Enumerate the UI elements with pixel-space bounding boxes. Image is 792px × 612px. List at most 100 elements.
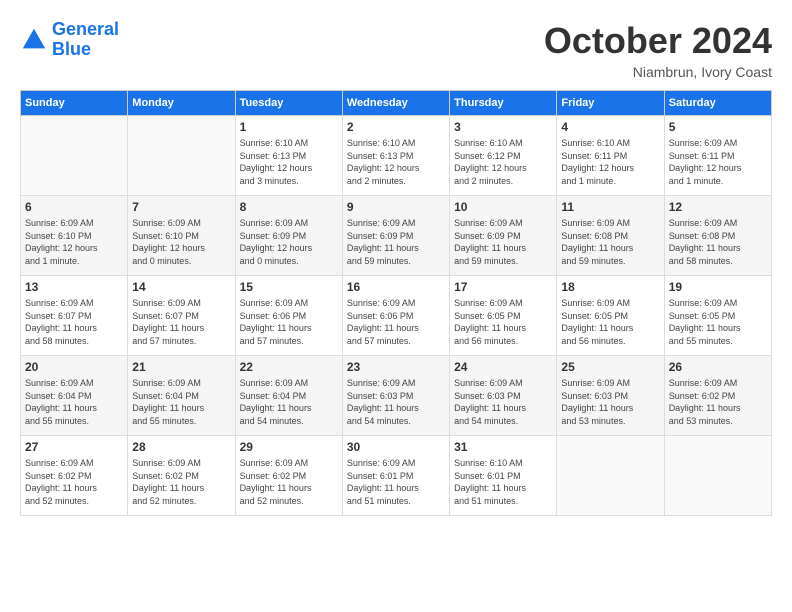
day-number: 17 (454, 280, 552, 294)
calendar-week-row: 13 Sunrise: 6:09 AM Sunset: 6:07 PM Dayli… (21, 276, 772, 356)
day-number: 28 (132, 440, 230, 454)
calendar-cell: 31Sunrise: 6:10 AM Sunset: 6:01 PM Dayli… (450, 436, 557, 516)
calendar-week-row: 6 Sunrise: 6:09 AM Sunset: 6:10 PM Daylig… (21, 196, 772, 276)
day-number: 20 (25, 360, 123, 374)
calendar-week-row: 20 Sunrise: 6:09 AM Sunset: 6:04 PM Dayli… (21, 356, 772, 436)
day-info: Sunrise: 6:09 AM Sunset: 6:10 PM Dayligh… (132, 217, 230, 267)
day-number: 1 (240, 120, 338, 134)
day-number: 5 (669, 120, 767, 134)
calendar-cell: 3 Sunrise: 6:10 AM Sunset: 6:12 PM Daylig… (450, 116, 557, 196)
day-number: 26 (669, 360, 767, 374)
calendar-cell (664, 436, 771, 516)
calendar-cell: 24Sunrise: 6:09 AM Sunset: 6:03 PM Dayli… (450, 356, 557, 436)
day-number: 23 (347, 360, 445, 374)
calendar-cell: 2 Sunrise: 6:10 AM Sunset: 6:13 PM Daylig… (342, 116, 449, 196)
logo-icon (20, 26, 48, 54)
col-wednesday: Wednesday (342, 91, 449, 116)
col-thursday: Thursday (450, 91, 557, 116)
day-number: 22 (240, 360, 338, 374)
day-number: 9 (347, 200, 445, 214)
day-number: 31 (454, 440, 552, 454)
day-info: Sunrise: 6:09 AM Sunset: 6:04 PM Dayligh… (240, 377, 338, 427)
title-block: October 2024 Niambrun, Ivory Coast (544, 20, 772, 80)
day-number: 25 (561, 360, 659, 374)
calendar-cell: 28Sunrise: 6:09 AM Sunset: 6:02 PM Dayli… (128, 436, 235, 516)
day-info: Sunrise: 6:10 AM Sunset: 6:13 PM Dayligh… (240, 137, 338, 187)
day-number: 2 (347, 120, 445, 134)
day-info: Sunrise: 6:09 AM Sunset: 6:05 PM Dayligh… (669, 297, 767, 347)
calendar-cell: 30Sunrise: 6:09 AM Sunset: 6:01 PM Dayli… (342, 436, 449, 516)
day-number: 16 (347, 280, 445, 294)
calendar-cell: 8 Sunrise: 6:09 AM Sunset: 6:09 PM Daylig… (235, 196, 342, 276)
day-info: Sunrise: 6:09 AM Sunset: 6:09 PM Dayligh… (454, 217, 552, 267)
day-info: Sunrise: 6:10 AM Sunset: 6:11 PM Dayligh… (561, 137, 659, 187)
calendar-table: Sunday Monday Tuesday Wednesday Thursday… (20, 90, 772, 516)
day-info: Sunrise: 6:09 AM Sunset: 6:02 PM Dayligh… (240, 457, 338, 507)
day-number: 14 (132, 280, 230, 294)
calendar-cell (128, 116, 235, 196)
day-number: 8 (240, 200, 338, 214)
day-number: 19 (669, 280, 767, 294)
calendar-cell: 7 Sunrise: 6:09 AM Sunset: 6:10 PM Daylig… (128, 196, 235, 276)
calendar-cell (21, 116, 128, 196)
day-info: Sunrise: 6:09 AM Sunset: 6:05 PM Dayligh… (561, 297, 659, 347)
day-number: 30 (347, 440, 445, 454)
calendar-cell: 21 Sunrise: 6:09 AM Sunset: 6:04 PM Dayli… (128, 356, 235, 436)
calendar-week-row: 27Sunrise: 6:09 AM Sunset: 6:02 PM Dayli… (21, 436, 772, 516)
day-number: 3 (454, 120, 552, 134)
location-subtitle: Niambrun, Ivory Coast (544, 64, 772, 80)
calendar-cell: 22 Sunrise: 6:09 AM Sunset: 6:04 PM Dayli… (235, 356, 342, 436)
calendar-cell: 4 Sunrise: 6:10 AM Sunset: 6:11 PM Daylig… (557, 116, 664, 196)
day-info: Sunrise: 6:09 AM Sunset: 6:03 PM Dayligh… (561, 377, 659, 427)
day-info: Sunrise: 6:09 AM Sunset: 6:08 PM Dayligh… (561, 217, 659, 267)
calendar-cell: 5 Sunrise: 6:09 AM Sunset: 6:11 PM Daylig… (664, 116, 771, 196)
day-info: Sunrise: 6:09 AM Sunset: 6:09 PM Dayligh… (347, 217, 445, 267)
day-info: Sunrise: 6:09 AM Sunset: 6:11 PM Dayligh… (669, 137, 767, 187)
day-info: Sunrise: 6:09 AM Sunset: 6:09 PM Dayligh… (240, 217, 338, 267)
day-info: Sunrise: 6:09 AM Sunset: 6:02 PM Dayligh… (25, 457, 123, 507)
calendar-cell: 27Sunrise: 6:09 AM Sunset: 6:02 PM Dayli… (21, 436, 128, 516)
col-friday: Friday (557, 91, 664, 116)
day-info: Sunrise: 6:09 AM Sunset: 6:08 PM Dayligh… (669, 217, 767, 267)
day-number: 21 (132, 360, 230, 374)
day-info: Sunrise: 6:09 AM Sunset: 6:04 PM Dayligh… (25, 377, 123, 427)
col-tuesday: Tuesday (235, 91, 342, 116)
day-info: Sunrise: 6:09 AM Sunset: 6:06 PM Dayligh… (347, 297, 445, 347)
day-info: Sunrise: 6:09 AM Sunset: 6:07 PM Dayligh… (132, 297, 230, 347)
day-info: Sunrise: 6:09 AM Sunset: 6:07 PM Dayligh… (25, 297, 123, 347)
day-number: 6 (25, 200, 123, 214)
day-info: Sunrise: 6:10 AM Sunset: 6:13 PM Dayligh… (347, 137, 445, 187)
day-info: Sunrise: 6:09 AM Sunset: 6:03 PM Dayligh… (347, 377, 445, 427)
day-number: 13 (25, 280, 123, 294)
day-number: 7 (132, 200, 230, 214)
day-number: 15 (240, 280, 338, 294)
calendar-cell: 18Sunrise: 6:09 AM Sunset: 6:05 PM Dayli… (557, 276, 664, 356)
calendar-header-row: Sunday Monday Tuesday Wednesday Thursday… (21, 91, 772, 116)
day-info: Sunrise: 6:09 AM Sunset: 6:04 PM Dayligh… (132, 377, 230, 427)
day-info: Sunrise: 6:09 AM Sunset: 6:02 PM Dayligh… (669, 377, 767, 427)
day-info: Sunrise: 6:09 AM Sunset: 6:05 PM Dayligh… (454, 297, 552, 347)
day-info: Sunrise: 6:09 AM Sunset: 6:03 PM Dayligh… (454, 377, 552, 427)
calendar-cell (557, 436, 664, 516)
day-number: 4 (561, 120, 659, 134)
calendar-cell: 25 Sunrise: 6:09 AM Sunset: 6:03 PM Dayli… (557, 356, 664, 436)
calendar-cell: 13 Sunrise: 6:09 AM Sunset: 6:07 PM Dayli… (21, 276, 128, 356)
day-info: Sunrise: 6:09 AM Sunset: 6:10 PM Dayligh… (25, 217, 123, 267)
calendar-cell: 17 Sunrise: 6:09 AM Sunset: 6:05 PM Dayli… (450, 276, 557, 356)
calendar-cell: 14 Sunrise: 6:09 AM Sunset: 6:07 PM Dayli… (128, 276, 235, 356)
day-number: 10 (454, 200, 552, 214)
page-header: General Blue October 2024 Niambrun, Ivor… (20, 20, 772, 80)
day-info: Sunrise: 6:10 AM Sunset: 6:12 PM Dayligh… (454, 137, 552, 187)
col-sunday: Sunday (21, 91, 128, 116)
month-title: October 2024 (544, 20, 772, 62)
calendar-cell: 20 Sunrise: 6:09 AM Sunset: 6:04 PM Dayli… (21, 356, 128, 436)
calendar-cell: 12Sunrise: 6:09 AM Sunset: 6:08 PM Dayli… (664, 196, 771, 276)
calendar-cell: 10 Sunrise: 6:09 AM Sunset: 6:09 PM Dayli… (450, 196, 557, 276)
day-info: Sunrise: 6:09 AM Sunset: 6:06 PM Dayligh… (240, 297, 338, 347)
logo-text: General Blue (52, 20, 119, 60)
day-number: 29 (240, 440, 338, 454)
calendar-cell: 29 Sunrise: 6:09 AM Sunset: 6:02 PM Dayli… (235, 436, 342, 516)
calendar-cell: 15 Sunrise: 6:09 AM Sunset: 6:06 PM Dayli… (235, 276, 342, 356)
col-monday: Monday (128, 91, 235, 116)
logo: General Blue (20, 20, 119, 60)
